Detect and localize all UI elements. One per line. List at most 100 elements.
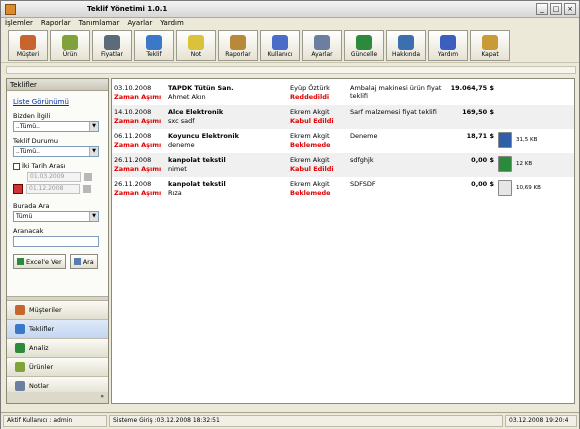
chevron-down-icon[interactable]: ▼ (89, 122, 98, 131)
nav-item[interactable]: Teklifler (7, 320, 108, 339)
company-name: kanpolat tekstil (168, 156, 226, 164)
toolbar-button-clipboard[interactable]: Raporlar (218, 30, 258, 61)
offer-date: 26.11.2008 (114, 180, 152, 188)
offer-description: Ambalaj makinesi ürün fiyat teklifi (350, 84, 442, 100)
offer-amount: 0,00 $ (471, 180, 494, 188)
responsible-user: Ekrem Akgit (290, 156, 330, 164)
close-button[interactable]: × (564, 3, 576, 15)
excel-file-icon[interactable] (498, 156, 512, 172)
toolbar-label: Güncelle (350, 51, 378, 58)
search-button[interactable]: Ara (69, 254, 98, 269)
nav-item[interactable]: Analiz (7, 339, 108, 358)
list-view-link[interactable]: Liste Görünümü (13, 98, 102, 106)
file-size: 10,69 KB (516, 185, 541, 191)
toolbar-button-help[interactable]: Yardım (428, 30, 468, 61)
search-input[interactable] (13, 236, 99, 247)
toolbar-button-calculator[interactable]: Fiyatlar (92, 30, 132, 61)
contact-name: Rıza (168, 189, 182, 197)
nav-item-label: Müşteriler (29, 306, 62, 314)
menu-ayarlar[interactable]: Ayarlar (127, 18, 152, 29)
calendar-dropdown-icon[interactable] (83, 185, 91, 193)
offer-status: Reddedildi (290, 93, 330, 101)
toolbar-button-gear[interactable]: Ayarlar (302, 30, 342, 61)
file-size: 31,5 KB (516, 137, 538, 143)
offer-description: Sarf malzemesi fiyat teklifi (350, 108, 437, 116)
nav-item-label: Ürünler (29, 363, 54, 371)
responsible-user: Eyüp Öztürk (290, 84, 330, 92)
document-icon (146, 35, 162, 50)
filter-panel: Liste Görünümü Bizden İlgili ..Tümü.. ▼ T… (7, 92, 108, 293)
window-title: Teklif Yönetimi 1.0.1 (87, 5, 168, 13)
users-icon (20, 35, 36, 50)
offer-row[interactable]: 03.10.2008 Zaman Aşımı TAPDK Tütün San. Ahm… (112, 81, 574, 105)
maximize-button[interactable]: □ (550, 3, 562, 15)
app-icon (5, 4, 16, 15)
date-range-label: İki Tarih Arası (22, 162, 66, 170)
contact-name: sxc sadf (168, 117, 195, 125)
toolbar-button-document[interactable]: Teklif (134, 30, 174, 61)
menu-yardim[interactable]: Yardım (160, 18, 184, 29)
offer-status: Beklemede (290, 141, 331, 149)
offer-description: Deneme (350, 132, 378, 140)
toolbar-button-users[interactable]: Müşteri (8, 30, 48, 61)
offer-status: Beklemede (290, 189, 331, 197)
responsible-user: Ekrem Akgit (290, 132, 330, 140)
toolbar-label: Fiyatlar (100, 51, 124, 58)
file-size: 12 KB (516, 161, 533, 167)
offer-row[interactable]: 26.11.2008 Zaman Aşımı kanpolat tekstil nim… (112, 153, 574, 177)
status-label: Teklif Durumu (13, 137, 58, 145)
calendar-icon (13, 184, 23, 194)
menu-tanimlamar[interactable]: Tanımlamar (79, 18, 120, 29)
offer-row[interactable]: 06.11.2008 Zaman Aşımı Koyuncu Elektronik d… (112, 129, 574, 153)
minimize-button[interactable]: _ (536, 3, 548, 15)
word-file-icon[interactable] (498, 132, 512, 148)
date-from-field[interactable]: 01.03.2009 (27, 172, 81, 182)
status-user: Aktif Kullanıcı : admin (3, 415, 107, 427)
search-in-select[interactable]: Tümü ▼ (13, 211, 99, 222)
timeout-label: Zaman Aşımı (114, 93, 162, 101)
toolbar-button-exit[interactable]: Kapat (470, 30, 510, 61)
toolbar-button-note[interactable]: Not (176, 30, 216, 61)
calendar-dropdown-icon[interactable] (84, 173, 92, 181)
offer-row[interactable]: 14.10.2008 Zaman Aşımı Alce Elektronik sxc … (112, 105, 574, 129)
toolbar-button-user-check[interactable]: Kullanıcı (260, 30, 300, 61)
offer-row[interactable]: 26.11.2008 Zaman Aşımı kanpolat tekstil Rız… (112, 177, 574, 201)
chevron-down-icon[interactable]: ▼ (89, 147, 98, 156)
menu-raporlar[interactable]: Raporlar (41, 18, 71, 29)
company-name: kanpolat tekstil (168, 180, 226, 188)
menu-islemler[interactable]: İşlemler (5, 18, 33, 29)
globe-icon (356, 35, 372, 50)
date-to-field[interactable]: 01.12.2008 (26, 184, 80, 194)
nav-item[interactable]: Müşteriler (7, 301, 108, 320)
nav-item-label: Analiz (29, 344, 49, 352)
contact-name: deneme (168, 141, 195, 149)
company-name: Alce Elektronik (168, 108, 224, 116)
toolbar-button-info[interactable]: Hakkında (386, 30, 426, 61)
generic-file-icon[interactable] (498, 180, 512, 196)
search-icon (73, 258, 81, 265)
nav-list: Müşteriler Teklifler Analiz Ürünler Notlar (7, 301, 108, 396)
status-select[interactable]: ..Tümü.. ▼ (13, 146, 99, 157)
related-select[interactable]: ..Tümü.. ▼ (13, 121, 99, 132)
note-icon (15, 381, 25, 391)
excel-export-button[interactable]: Excel'e Ver (13, 254, 66, 269)
timeout-label: Zaman Aşımı (114, 165, 162, 173)
left-panel: Teklifler Liste Görünümü Bizden İlgili .… (6, 78, 109, 404)
nav-item-label: Notlar (29, 382, 49, 390)
offer-amount: 0,00 $ (471, 156, 494, 164)
calculator-icon (104, 35, 120, 50)
offer-amount: 18,71 $ (466, 132, 494, 140)
date-range-checkbox[interactable] (13, 162, 20, 170)
app-window: Teklif Yönetimi 1.0.1 _ □ × İşlemler Rap… (0, 0, 580, 429)
toolbar-button-globe[interactable]: Güncelle (344, 30, 384, 61)
expand-icon[interactable]: » (100, 393, 104, 400)
nav-item[interactable]: Ürünler (7, 358, 108, 377)
toolbar-label: Ürün (62, 51, 78, 58)
contact-name: Ahmet Akın (168, 93, 206, 101)
chevron-down-icon[interactable]: ▼ (89, 212, 98, 221)
toolbar-label: Raporlar (225, 51, 251, 58)
offer-date: 26.11.2008 (114, 156, 152, 164)
toolbar-button-box[interactable]: Ürün (50, 30, 90, 61)
note-icon (188, 35, 204, 50)
toolbar-label: Kapat (481, 51, 499, 58)
